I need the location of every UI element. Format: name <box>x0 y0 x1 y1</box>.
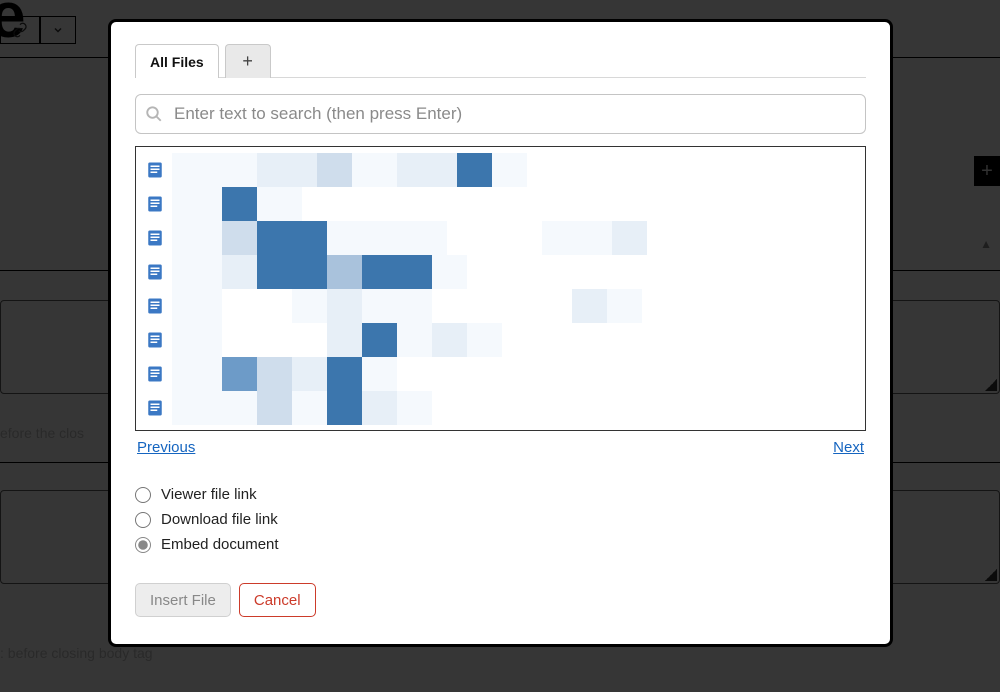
redacted-name <box>172 187 302 221</box>
file-list-panel <box>135 146 866 431</box>
tab-all-files[interactable]: All Files <box>135 44 219 78</box>
modal-tabs: All Files + <box>135 44 866 78</box>
pager-next[interactable]: Next <box>833 439 864 456</box>
radio-download-input[interactable] <box>135 512 151 528</box>
insert-file-button[interactable]: Insert File <box>135 583 231 617</box>
redacted-name <box>172 221 647 255</box>
search-icon <box>145 105 163 123</box>
file-row[interactable] <box>146 255 855 289</box>
radio-embed-input[interactable] <box>135 537 151 553</box>
document-icon <box>146 159 164 181</box>
redacted-name <box>172 391 432 425</box>
pager-previous[interactable]: Previous <box>137 439 195 456</box>
radio-viewer-link[interactable]: Viewer file link <box>135 486 866 503</box>
document-icon <box>146 363 164 385</box>
search-wrap <box>135 94 866 134</box>
modal-actions: Insert File Cancel <box>135 583 866 617</box>
cancel-button[interactable]: Cancel <box>239 583 316 617</box>
file-row[interactable] <box>146 357 855 391</box>
radio-download-label: Download file link <box>161 511 278 528</box>
file-row[interactable] <box>146 221 855 255</box>
file-row[interactable] <box>146 323 855 357</box>
redacted-name <box>172 357 397 391</box>
insert-mode-group: Viewer file link Download file link Embe… <box>135 486 866 553</box>
document-icon <box>146 397 164 419</box>
radio-embed-document[interactable]: Embed document <box>135 536 866 553</box>
redacted-name <box>172 255 467 289</box>
document-icon <box>146 329 164 351</box>
document-icon <box>146 227 164 249</box>
radio-download-link[interactable]: Download file link <box>135 511 866 528</box>
file-row[interactable] <box>146 289 855 323</box>
file-row[interactable] <box>146 391 855 425</box>
radio-viewer-input[interactable] <box>135 487 151 503</box>
file-row[interactable] <box>146 187 855 221</box>
document-icon <box>146 193 164 215</box>
file-row[interactable] <box>146 153 855 187</box>
search-input[interactable] <box>135 94 866 134</box>
radio-viewer-label: Viewer file link <box>161 486 257 503</box>
tab-add[interactable]: + <box>225 44 271 78</box>
radio-embed-label: Embed document <box>161 536 279 553</box>
redacted-name <box>172 289 642 323</box>
file-upload-modal: All Files + Previous Next Viewe <box>108 19 893 647</box>
document-icon <box>146 295 164 317</box>
pager: Previous Next <box>135 439 866 456</box>
redacted-name <box>172 323 502 357</box>
document-icon <box>146 261 164 283</box>
redacted-name <box>172 153 527 187</box>
